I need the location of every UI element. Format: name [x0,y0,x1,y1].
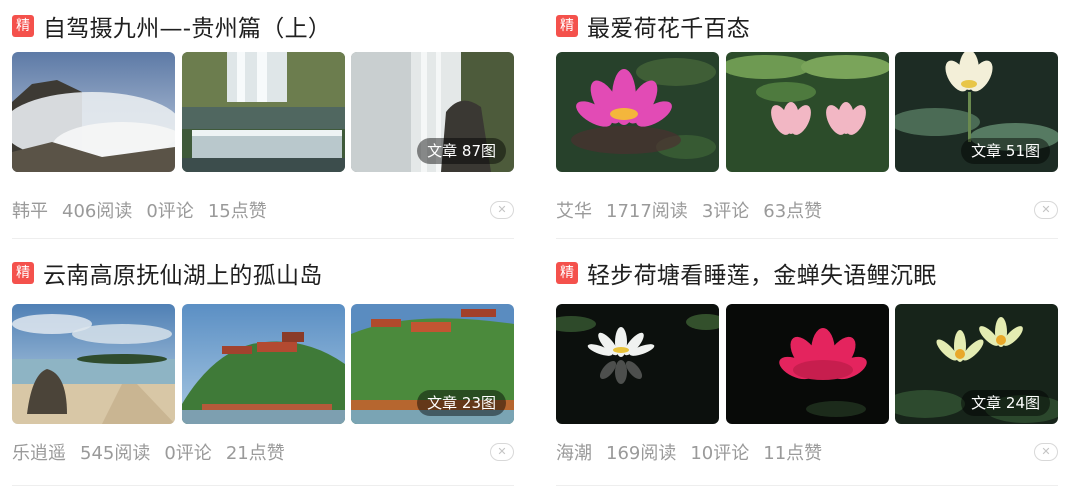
read-count: 406阅读 [62,201,133,222]
author-name[interactable]: 韩平 [12,197,48,223]
featured-badge: 精 [556,15,578,37]
read-count: 1717阅读 [606,201,688,222]
thumbnail-red-waterlily[interactable] [726,304,889,424]
thumbnail-mountain-mist[interactable] [12,52,175,172]
author-name[interactable]: 乐逍遥 [12,439,66,465]
like-count: 15点赞 [207,201,267,222]
thumbnail-white-waterlily[interactable] [556,304,719,424]
image-count-pill: 文章 24图 [961,390,1050,416]
read-count: 169阅读 [606,443,677,464]
article-title[interactable]: 自驾摄九州—-贵州篇（上） [43,9,331,43]
divider [556,238,1058,239]
thumbnail-island-temple[interactable] [182,304,345,424]
like-count: 11点赞 [763,443,823,464]
featured-badge: 精 [12,15,34,37]
thumbnail-strip[interactable]: 文章 24图 [556,304,1058,424]
card-meta: 乐逍遥 545阅读 0评论 21点赞 [12,440,299,464]
thumbnail-pink-lotus[interactable] [556,52,719,172]
dismiss-close-icon[interactable]: ✕ [1034,443,1058,461]
comment-count: 0评论 [146,201,194,222]
comment-count: 10评论 [690,443,750,464]
image-count-pill: 文章 87图 [417,138,506,164]
image-count-pill: 文章 23图 [417,390,506,416]
thumbnail-lake-rock[interactable] [12,304,175,424]
thumbnail-strip[interactable]: 文章 51图 [556,52,1058,172]
thumbnail-temple-hill[interactable]: 文章 23图 [351,304,514,424]
author-name[interactable]: 艾华 [556,197,592,223]
article-title[interactable]: 云南高原抚仙湖上的孤山岛 [43,256,323,290]
featured-badge: 精 [556,262,578,284]
card-title-row: 精 自驾摄九州—-贵州篇（上） [12,10,331,42]
card-title-row: 精 轻步荷塘看睡莲，金蝉失语鲤沉眠 [556,257,937,289]
dismiss-close-icon[interactable]: ✕ [1034,201,1058,219]
author-name[interactable]: 海潮 [556,439,592,465]
article-card[interactable]: 精 最爱荷花千百态 文章 51图 艾华 1717阅读 3评论 63点赞 ✕ [556,10,1058,250]
article-card[interactable]: 精 云南高原抚仙湖上的孤山岛 文章 23图 乐逍遥 545阅读 0评论 21点赞… [12,257,514,489]
thumbnail-white-lotus[interactable]: 文章 51图 [895,52,1058,172]
card-meta: 海潮 169阅读 10评论 11点赞 [556,440,836,464]
article-card[interactable]: 精 自驾摄九州—-贵州篇（上） 文章 87图 韩平 406阅读 0评论 15点赞… [12,10,514,250]
comment-count: 0评论 [164,443,212,464]
divider [12,238,514,239]
thumbnail-yellow-waterlily[interactable]: 文章 24图 [895,304,1058,424]
dismiss-close-icon[interactable]: ✕ [490,443,514,461]
thumbnail-strip[interactable]: 文章 23图 [12,304,514,424]
like-count: 21点赞 [225,443,285,464]
card-title-row: 精 最爱荷花千百态 [556,10,750,42]
article-title[interactable]: 最爱荷花千百态 [587,9,750,43]
like-count: 63点赞 [763,201,823,222]
card-title-row: 精 云南高原抚仙湖上的孤山岛 [12,257,323,289]
thumbnail-strip[interactable]: 文章 87图 [12,52,514,172]
thumbnail-waterfall[interactable] [182,52,345,172]
divider [556,485,1058,486]
card-meta: 艾华 1717阅读 3评论 63点赞 [556,198,836,222]
image-count-pill: 文章 51图 [961,138,1050,164]
thumbnail-pink-buds[interactable] [726,52,889,172]
read-count: 545阅读 [80,443,151,464]
thumbnail-cliff-falls[interactable]: 文章 87图 [351,52,514,172]
dismiss-close-icon[interactable]: ✕ [490,201,514,219]
card-meta: 韩平 406阅读 0评论 15点赞 [12,198,281,222]
comment-count: 3评论 [701,201,750,222]
article-title[interactable]: 轻步荷塘看睡莲，金蝉失语鲤沉眠 [587,256,937,290]
featured-badge: 精 [12,262,34,284]
article-card[interactable]: 精 轻步荷塘看睡莲，金蝉失语鲤沉眠 文章 24图 海潮 169阅读 10评论 1… [556,257,1058,489]
divider [12,485,514,486]
